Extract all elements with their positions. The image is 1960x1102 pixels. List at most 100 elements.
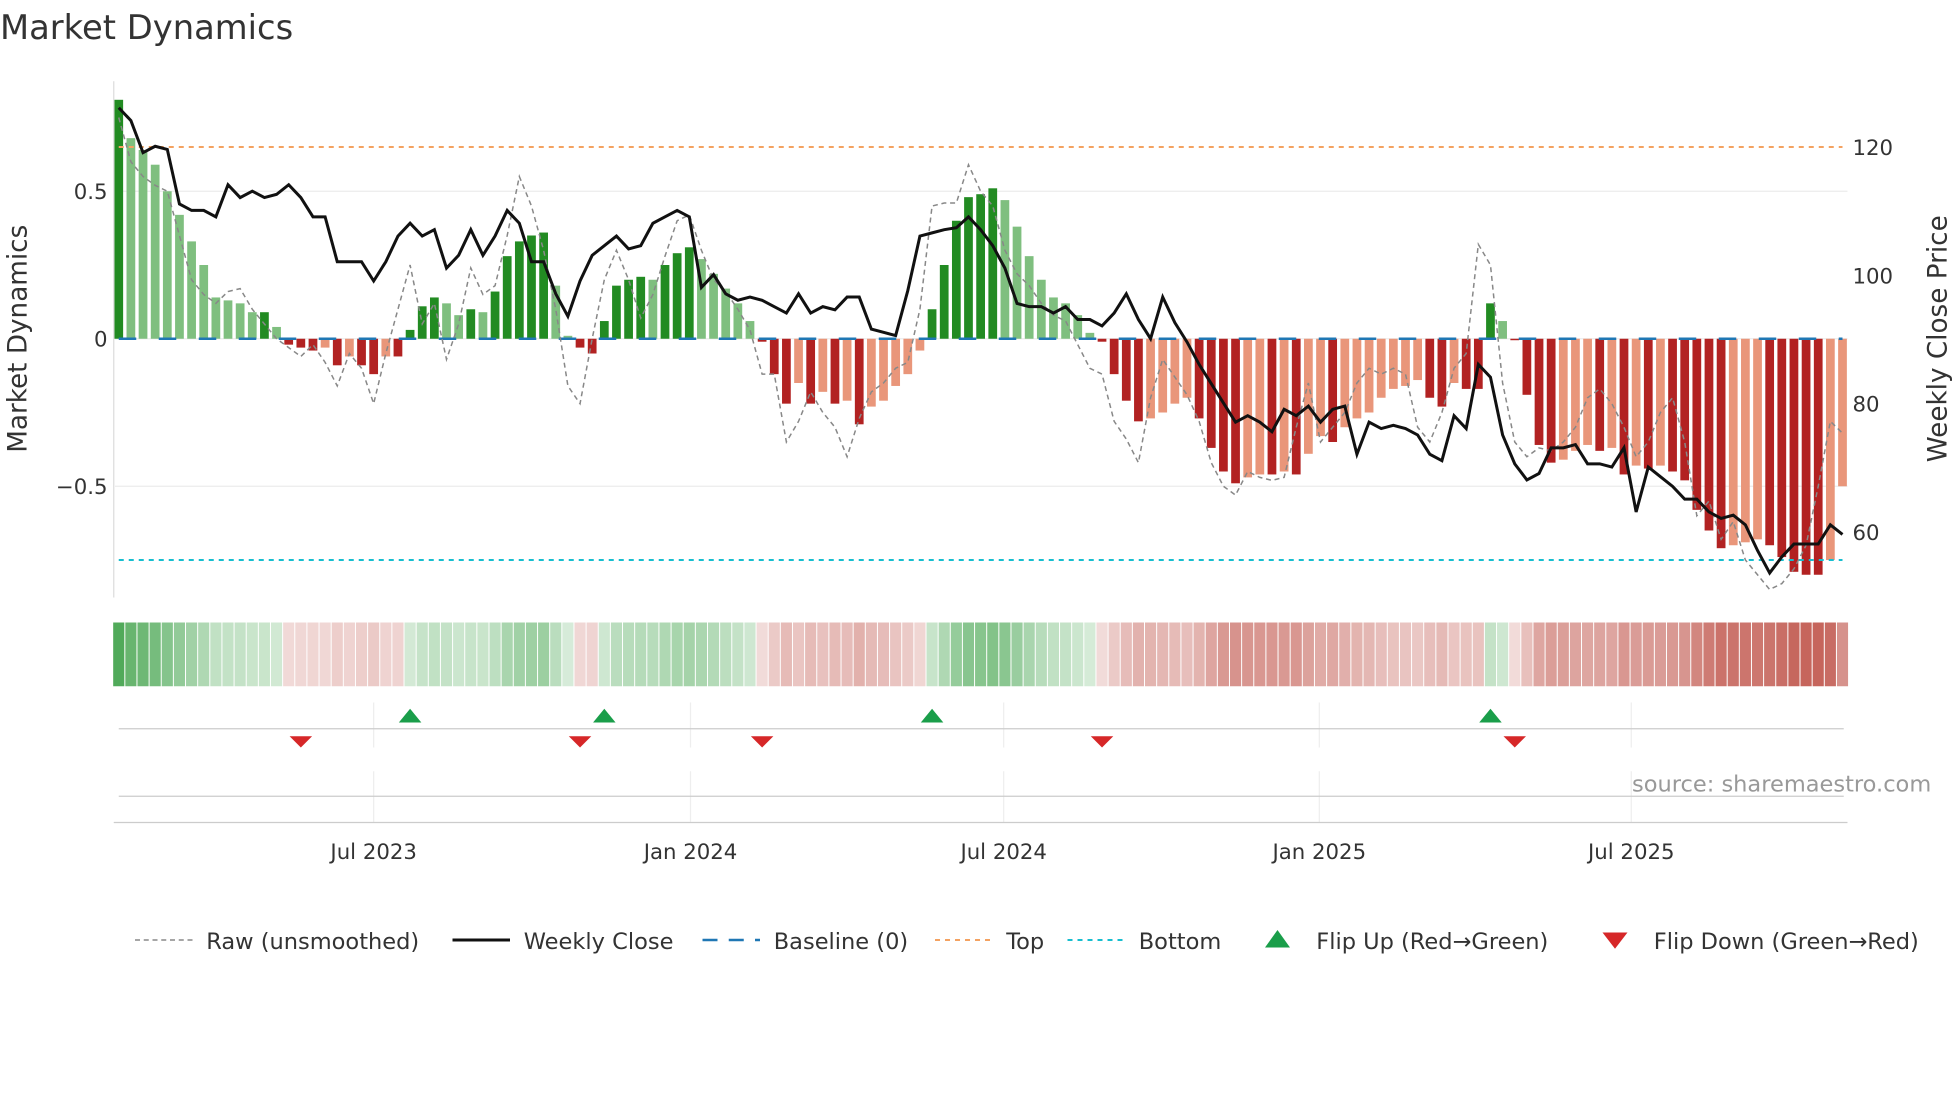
momentum-bar	[223, 300, 233, 339]
y2-axis-label: Weekly Close Price	[1923, 215, 1953, 462]
heat-cell	[149, 622, 161, 687]
momentum-bar	[1231, 338, 1240, 484]
momentum-bar	[1534, 338, 1544, 445]
legend-label: Raw (unsmoothed)	[206, 929, 419, 955]
momentum-bar	[1583, 338, 1592, 445]
momentum-bar	[1109, 338, 1119, 375]
momentum-bar	[624, 279, 633, 339]
heat-cell	[792, 622, 805, 687]
momentum-bar	[539, 232, 548, 339]
heat-cell	[270, 622, 283, 687]
heat-cell	[647, 622, 659, 687]
heat-cell	[392, 622, 404, 687]
heat-cell	[1181, 622, 1193, 687]
heat-cell	[161, 622, 173, 687]
momentum-bar	[1012, 226, 1022, 339]
momentum-bar	[599, 321, 609, 339]
heat-cell	[1727, 622, 1739, 687]
heat-cell	[1327, 622, 1339, 687]
momentum-bar	[1194, 338, 1204, 419]
heat-cell	[695, 622, 707, 687]
heat-cell	[137, 622, 149, 687]
flip-up-marker	[398, 708, 422, 723]
momentum-bar	[988, 188, 998, 339]
momentum-bar	[1134, 338, 1143, 422]
momentum-bar	[332, 338, 342, 366]
heat-cell	[222, 622, 234, 687]
heat-cell	[598, 622, 610, 687]
momentum-bar	[235, 303, 245, 339]
momentum-bar	[1668, 338, 1677, 472]
heat-cell	[756, 622, 768, 687]
heat-cell	[853, 622, 865, 687]
heat-cell	[950, 622, 962, 687]
heat-cell	[319, 622, 331, 687]
heat-cell	[1751, 622, 1764, 687]
heat-cell	[962, 622, 975, 687]
chart-title: Market Dynamics	[0, 8, 293, 47]
heat-cell	[343, 622, 355, 687]
heat-cell	[902, 622, 914, 687]
heat-cell	[1047, 622, 1060, 687]
heat-cell	[1776, 622, 1788, 687]
heat-cell	[1290, 622, 1302, 687]
heat-cell	[829, 622, 841, 687]
heat-strip	[113, 622, 1849, 687]
heat-cell	[1582, 622, 1594, 687]
momentum-bar	[1352, 338, 1362, 419]
momentum-bar	[1486, 303, 1495, 339]
heat-cell	[1472, 622, 1484, 687]
flip-down-marker	[568, 736, 592, 748]
flip-down-marker	[1090, 736, 1114, 748]
momentum-bar	[1364, 338, 1374, 413]
heat-cell	[513, 622, 525, 687]
momentum-bar	[114, 99, 124, 339]
momentum-bar	[782, 338, 791, 404]
flip-up-marker	[1479, 708, 1502, 723]
momentum-bar	[1024, 256, 1034, 339]
x-tick-label: Jul 2024	[958, 840, 1046, 865]
heat-cell	[1060, 622, 1072, 687]
heat-cell	[1266, 622, 1278, 687]
momentum-bar	[1376, 338, 1386, 398]
heat-cell	[1096, 622, 1108, 687]
legend-label: Flip Up (Red→Green)	[1316, 929, 1548, 955]
heat-cell	[926, 622, 938, 687]
heat-cell	[501, 622, 513, 687]
heat-cell	[1666, 622, 1679, 687]
momentum-bar	[672, 253, 682, 339]
heat-cell	[610, 622, 623, 687]
heat-cell	[1521, 622, 1533, 687]
momentum-bar	[1437, 338, 1447, 407]
momentum-bar	[1741, 338, 1750, 543]
momentum-bar	[1801, 338, 1811, 575]
momentum-bar	[1680, 338, 1690, 481]
heat-cell	[1242, 622, 1254, 687]
legend: Raw (unsmoothed) Weekly Close Baseline (0)…	[135, 929, 1919, 955]
momentum-bar	[612, 285, 621, 339]
momentum-bar	[1607, 338, 1617, 448]
flip-up-marker	[920, 708, 944, 723]
momentum-bar	[1170, 338, 1180, 404]
heat-cell	[331, 622, 343, 687]
heat-cell	[1836, 622, 1849, 687]
momentum-bar	[199, 265, 209, 339]
momentum-bar	[769, 338, 779, 375]
heat-cell	[1764, 622, 1776, 687]
heat-cell	[1314, 622, 1327, 687]
heat-cell	[659, 622, 671, 687]
heat-cell	[1375, 622, 1387, 687]
heat-cell	[246, 622, 258, 687]
heat-cell	[428, 622, 440, 687]
momentum-bar	[162, 191, 172, 339]
heat-cell	[1132, 622, 1145, 687]
heat-cell	[841, 622, 853, 687]
heat-cell	[1545, 622, 1557, 687]
momentum-bar	[1765, 338, 1775, 546]
momentum-bar	[818, 338, 828, 392]
heat-cell	[671, 622, 683, 687]
legend-label: Top	[1005, 929, 1044, 955]
heat-cell	[283, 622, 295, 687]
heat-cell	[113, 622, 125, 687]
legend-label: Bottom	[1139, 929, 1222, 955]
